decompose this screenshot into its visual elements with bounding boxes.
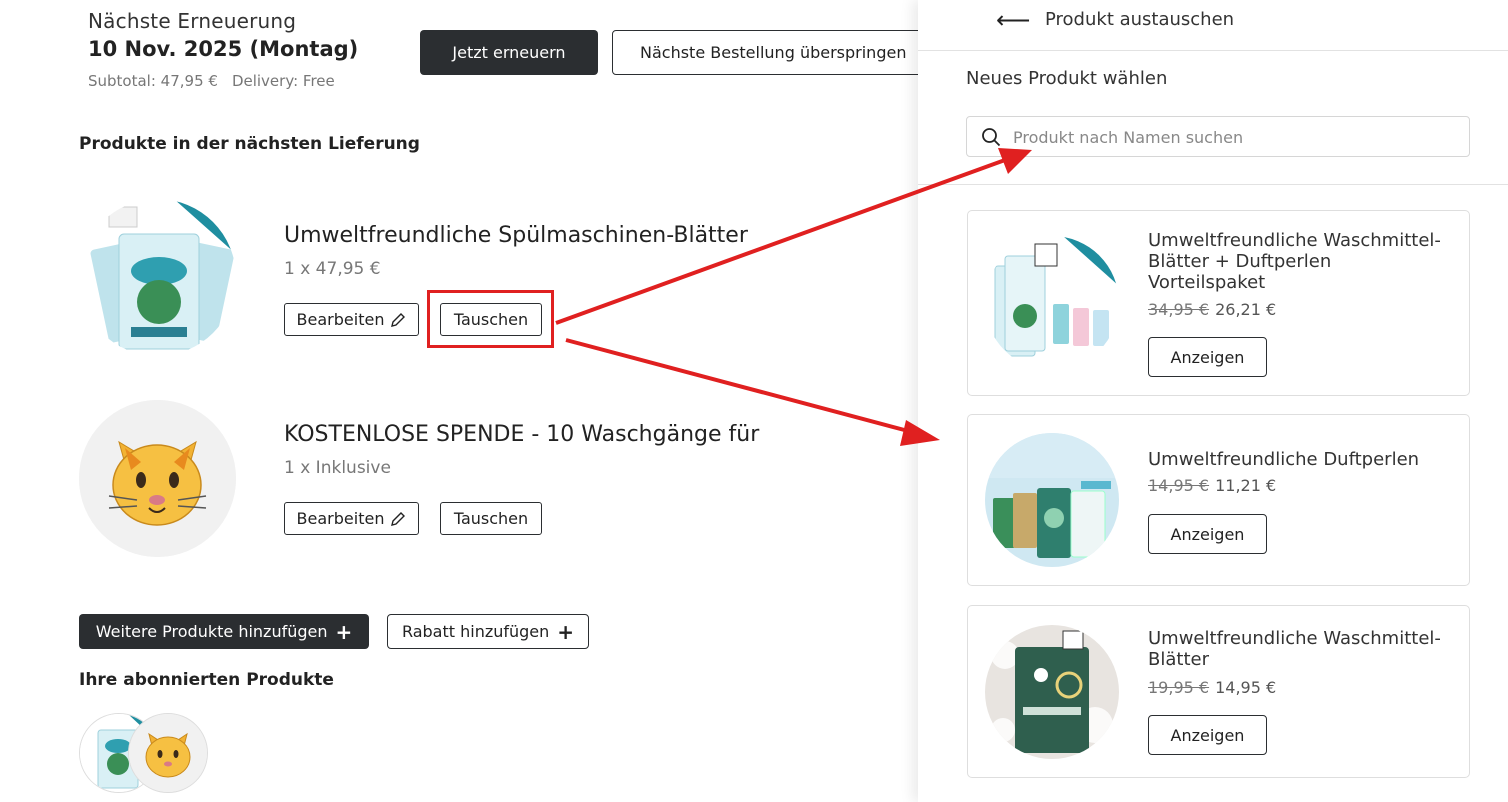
dishwasher-sheets-package-icon <box>79 199 236 356</box>
product-image-scent-beads <box>985 433 1119 567</box>
product-title: KOSTENLOSE SPENDE - 10 Waschgänge für <box>284 422 760 447</box>
plus-icon: + <box>335 619 353 644</box>
subscribed-thumb-donation <box>128 713 208 793</box>
product-quantity: 1 x Inklusive <box>284 458 391 478</box>
renewal-date: 10 Nov. 2025 (Montag) <box>88 37 359 61</box>
laundry-sheets-package-icon <box>985 625 1119 759</box>
view-product-button[interactable]: Anzeigen <box>1148 715 1267 755</box>
view-product-button[interactable]: Anzeigen <box>1148 337 1267 377</box>
back-arrow-icon[interactable]: ⟵ <box>996 6 1030 34</box>
product-card-title: Umweltfreundliche Duftperlen <box>1148 449 1420 470</box>
drawer-title: Produkt austauschen <box>1045 9 1235 30</box>
product-search-box <box>966 116 1470 157</box>
product-card-price: 34,95 € 26,21 € <box>1148 300 1276 319</box>
next-renewal-label: Nächste Erneuerung <box>88 9 297 33</box>
product-card-title: Umweltfreundliche Waschmittel-Blätter <box>1148 628 1441 670</box>
subscribed-products-title: Ihre abonnierten Produkte <box>79 670 334 690</box>
add-discount-button[interactable]: Rabatt hinzufügen + <box>387 614 589 649</box>
skip-next-order-button[interactable]: Nächste Bestellung überspringen <box>612 30 942 75</box>
edit-button-label: Bearbeiten <box>296 310 385 329</box>
next-delivery-title: Produkte in der nächsten Lieferung <box>79 134 420 154</box>
search-icon <box>982 128 1001 147</box>
product-image-bundle <box>985 236 1119 370</box>
scent-beads-package-icon <box>985 433 1119 567</box>
product-search-input[interactable] <box>1011 123 1455 152</box>
old-price: 19,95 € <box>1148 678 1210 697</box>
plus-icon: + <box>557 619 575 644</box>
product-card-price: 14,95 € 11,21 € <box>1148 476 1276 495</box>
add-discount-label: Rabatt hinzufügen <box>401 622 550 641</box>
pencil-icon <box>391 312 406 327</box>
renew-now-button[interactable]: Jetzt erneuern <box>420 30 598 75</box>
edit-product-button[interactable]: Bearbeiten <box>284 303 419 336</box>
new-price: 11,21 € <box>1215 476 1277 495</box>
product-card: Umweltfreundliche Waschmittel-Blätter + … <box>967 210 1470 396</box>
product-image-dishwasher-sheets <box>79 199 236 356</box>
subtotal-text: Subtotal: 47,95 € <box>88 72 218 90</box>
add-more-products-button[interactable]: Weitere Produkte hinzufügen + <box>79 614 369 649</box>
new-price: 26,21 € <box>1215 300 1277 319</box>
product-card-title: Umweltfreundliche Waschmittel-Blätter + … <box>1148 230 1441 293</box>
product-title: Umweltfreundliche Spülmaschinen-Blätter <box>284 223 748 248</box>
delivery-text: Delivery: Free <box>231 72 335 90</box>
swap-product-button[interactable]: Tauschen <box>440 502 542 535</box>
product-image-laundry-sheets <box>985 625 1119 759</box>
edit-button-label: Bearbeiten <box>296 509 385 528</box>
product-card-price: 19,95 € 14,95 € <box>1148 678 1276 697</box>
product-quantity: 1 x 47,95 € <box>284 259 381 279</box>
swap-button-highlight <box>427 290 554 348</box>
swap-product-drawer: ⟵ Produkt austauschen Neues Produkt wähl… <box>918 0 1508 802</box>
order-summary: Subtotal: 47,95 € Delivery: Free <box>88 72 349 90</box>
drawer-divider <box>918 184 1508 185</box>
drawer-header: ⟵ Produkt austauschen <box>918 0 1508 51</box>
product-card: Umweltfreundliche Duftperlen 14,95 € 11,2… <box>967 414 1470 586</box>
old-price: 14,95 € <box>1148 476 1210 495</box>
cat-face-icon <box>79 400 236 557</box>
pencil-icon <box>391 511 406 526</box>
choose-product-label: Neues Produkt wählen <box>966 68 1168 89</box>
new-price: 14,95 € <box>1215 678 1277 697</box>
laundry-bundle-package-icon <box>985 236 1119 370</box>
old-price: 34,95 € <box>1148 300 1210 319</box>
product-image-donation <box>79 400 236 557</box>
product-card: Umweltfreundliche Waschmittel-Blätter 19… <box>967 605 1470 778</box>
cat-face-icon <box>129 714 207 792</box>
view-product-button[interactable]: Anzeigen <box>1148 514 1267 554</box>
edit-product-button[interactable]: Bearbeiten <box>284 502 419 535</box>
add-products-label: Weitere Produkte hinzufügen <box>95 622 328 641</box>
